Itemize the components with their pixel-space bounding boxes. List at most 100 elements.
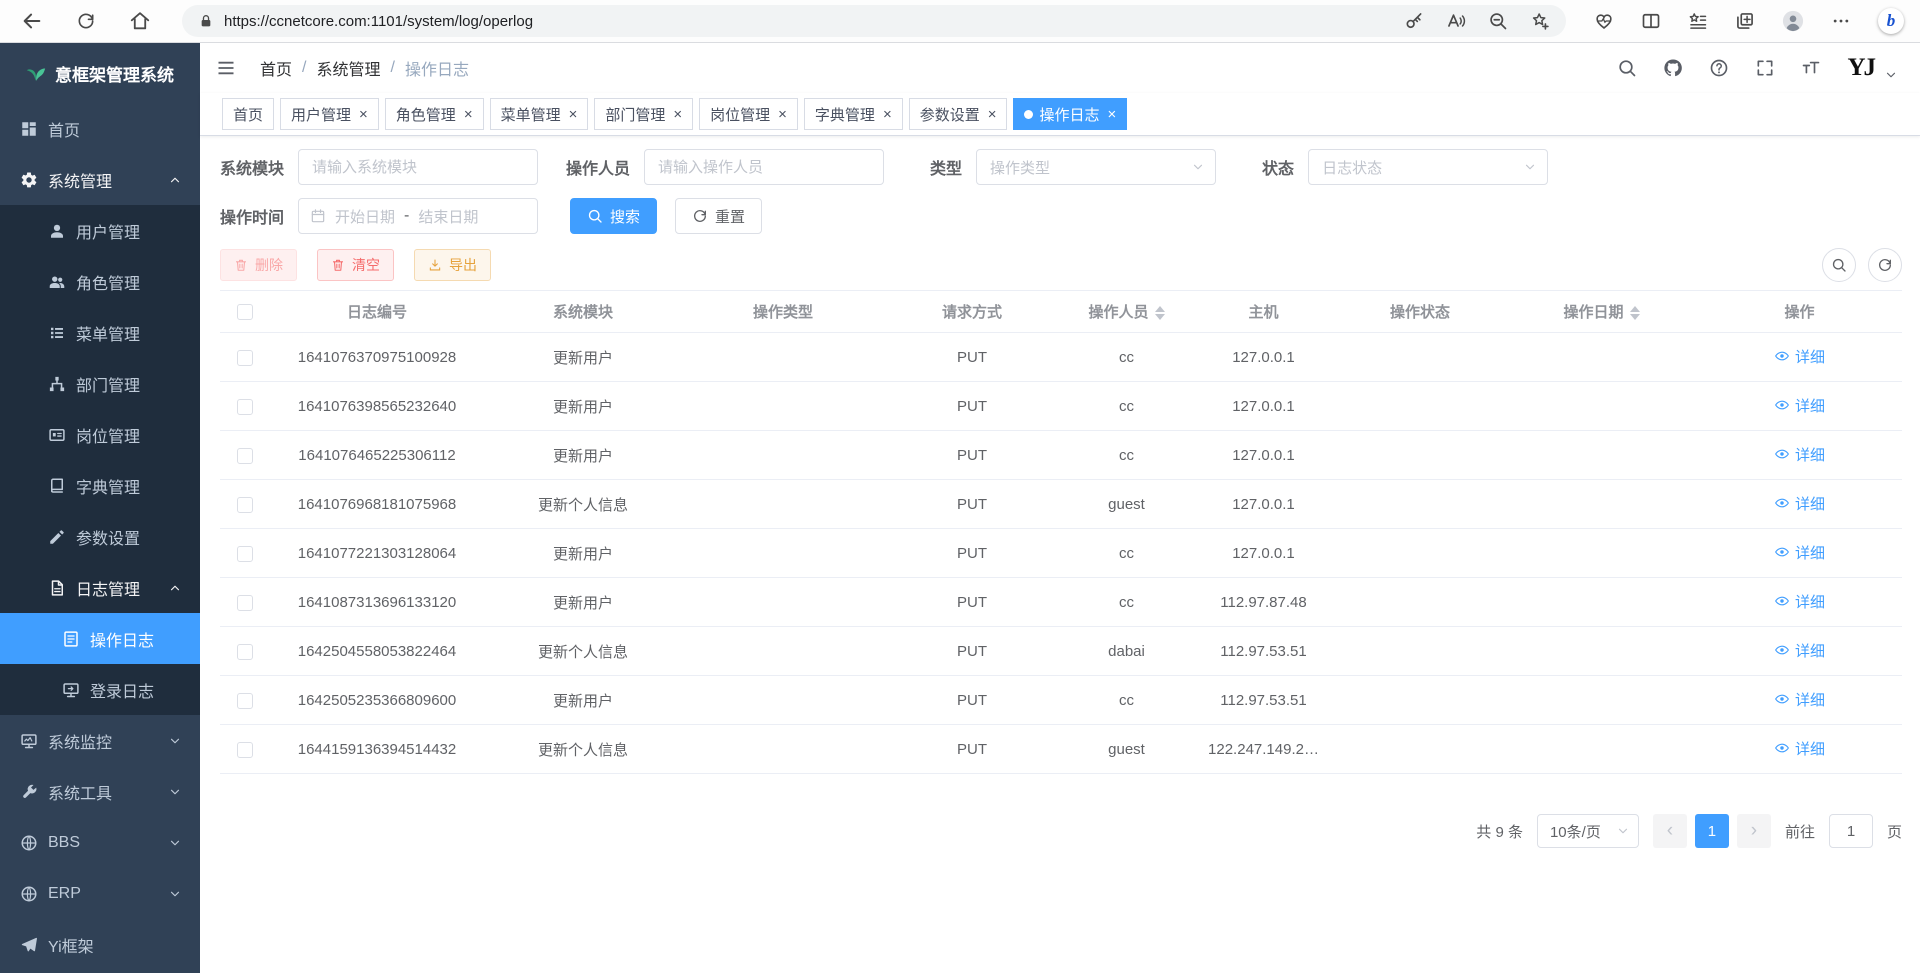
password-key-icon[interactable]	[1404, 11, 1424, 31]
sidebar-item-dict-management[interactable]: 字典管理	[0, 460, 200, 511]
close-icon[interactable]: ×	[1108, 107, 1117, 122]
row-checkbox[interactable]	[237, 497, 253, 513]
sidebar-item-dept-management[interactable]: 部门管理	[0, 358, 200, 409]
search-button[interactable]: 搜索	[570, 198, 657, 234]
module-input[interactable]	[298, 149, 538, 185]
sidebar-item-system-management[interactable]: 系统管理	[0, 154, 200, 205]
browser-refresh-button[interactable]	[74, 9, 98, 33]
next-page-button[interactable]: ›	[1737, 814, 1771, 848]
breadcrumb-system[interactable]: 系统管理	[316, 56, 380, 80]
close-icon[interactable]: ×	[673, 107, 682, 122]
cell-host: 122.247.149.2…	[1193, 725, 1334, 774]
sidebar-item-menu-management[interactable]: 菜单管理	[0, 307, 200, 358]
tab-param-settings[interactable]: 参数设置×	[909, 98, 1008, 130]
github-icon[interactable]	[1663, 58, 1683, 78]
sort-icons[interactable]	[1155, 306, 1165, 320]
close-icon[interactable]: ×	[778, 107, 787, 122]
sidebar-item-post-management[interactable]: 岗位管理	[0, 409, 200, 460]
date-range-picker[interactable]: 开始日期 - 结束日期	[298, 198, 538, 234]
delete-button[interactable]: 删除	[220, 249, 297, 281]
operator-input[interactable]	[644, 149, 884, 185]
sort-icons[interactable]	[1630, 306, 1640, 320]
tab-menu-management[interactable]: 菜单管理×	[490, 98, 589, 130]
collections-icon[interactable]	[1735, 11, 1755, 31]
detail-link[interactable]: 详细	[1774, 346, 1825, 367]
col-date[interactable]: 操作日期	[1506, 291, 1697, 333]
address-bar[interactable]: https://ccnetcore.com:1101/system/log/op…	[182, 5, 1566, 37]
font-size-icon[interactable]	[1801, 58, 1821, 78]
sidebar-toggle-icon[interactable]	[216, 58, 236, 78]
browser-back-button[interactable]	[20, 9, 44, 33]
add-favorite-icon[interactable]	[1530, 11, 1550, 31]
detail-link[interactable]: 详细	[1774, 542, 1825, 563]
status-select[interactable]: 日志状态	[1308, 149, 1548, 185]
sidebar-item-param-settings[interactable]: 参数设置	[0, 511, 200, 562]
sidebar-item-home[interactable]: 首页	[0, 103, 200, 154]
sidebar-item-user-management[interactable]: 用户管理	[0, 205, 200, 256]
browser-essentials-icon[interactable]	[1594, 11, 1614, 31]
settings-more-icon[interactable]	[1831, 11, 1851, 31]
page-1-button[interactable]: 1	[1695, 814, 1729, 848]
prev-page-button[interactable]: ‹	[1653, 814, 1687, 848]
tab-home[interactable]: 首页	[222, 98, 274, 130]
table-refresh-button[interactable]	[1868, 248, 1902, 282]
sidebar-item-erp[interactable]: ERP	[0, 868, 200, 919]
user-avatar-logo[interactable]: YJ	[1847, 54, 1874, 82]
row-checkbox[interactable]	[237, 644, 253, 660]
type-select[interactable]: 操作类型	[976, 149, 1216, 185]
close-icon[interactable]: ×	[883, 107, 892, 122]
search-icon[interactable]	[1617, 58, 1637, 78]
close-icon[interactable]: ×	[988, 107, 997, 122]
close-icon[interactable]: ×	[359, 107, 368, 122]
detail-link[interactable]: 详细	[1774, 689, 1825, 710]
tab-dict-management[interactable]: 字典管理×	[804, 98, 903, 130]
detail-link[interactable]: 详细	[1774, 444, 1825, 465]
profile-avatar[interactable]	[1782, 10, 1804, 32]
detail-link[interactable]: 详细	[1774, 738, 1825, 759]
row-checkbox[interactable]	[237, 448, 253, 464]
close-icon[interactable]: ×	[464, 107, 473, 122]
page-size-select[interactable]: 10条/页	[1537, 814, 1639, 848]
sidebar-item-login-log[interactable]: 登录日志	[0, 664, 200, 715]
browser-home-button[interactable]	[128, 9, 152, 33]
tab-operation-log[interactable]: 操作日志×	[1013, 98, 1127, 130]
tab-role-management[interactable]: 角色管理×	[385, 98, 484, 130]
col-operator[interactable]: 操作人员	[1060, 291, 1193, 333]
row-checkbox[interactable]	[237, 742, 253, 758]
detail-link[interactable]: 详细	[1774, 640, 1825, 661]
zoom-out-icon[interactable]	[1488, 11, 1508, 31]
bing-copilot-icon[interactable]: b	[1878, 8, 1904, 34]
fullscreen-icon[interactable]	[1755, 58, 1775, 78]
detail-link[interactable]: 详细	[1774, 395, 1825, 416]
read-aloud-icon[interactable]	[1446, 11, 1466, 31]
goto-page-input[interactable]	[1829, 814, 1873, 848]
tab-dept-management[interactable]: 部门管理×	[594, 98, 693, 130]
breadcrumb-home[interactable]: 首页	[260, 56, 292, 80]
search-toggle-button[interactable]	[1822, 248, 1856, 282]
clear-button[interactable]: 清空	[317, 249, 394, 281]
row-checkbox[interactable]	[237, 693, 253, 709]
row-checkbox[interactable]	[237, 546, 253, 562]
row-checkbox[interactable]	[237, 595, 253, 611]
select-all-checkbox[interactable]	[237, 304, 253, 320]
help-icon[interactable]	[1709, 58, 1729, 78]
tab-user-management[interactable]: 用户管理×	[280, 98, 379, 130]
detail-link[interactable]: 详细	[1774, 591, 1825, 612]
reset-button[interactable]: 重置	[675, 198, 762, 234]
export-button[interactable]: 导出	[414, 249, 491, 281]
favorites-icon[interactable]	[1688, 11, 1708, 31]
detail-link[interactable]: 详细	[1774, 493, 1825, 514]
sidebar-item-bbs[interactable]: BBS	[0, 817, 200, 868]
sidebar-item-log-management[interactable]: 日志管理	[0, 562, 200, 613]
split-screen-icon[interactable]	[1641, 11, 1661, 31]
sidebar-item-operation-log[interactable]: 操作日志	[0, 613, 200, 664]
sidebar-item-system-monitor[interactable]: 系统监控	[0, 715, 200, 766]
close-icon[interactable]: ×	[569, 107, 578, 122]
row-checkbox[interactable]	[237, 350, 253, 366]
sidebar-item-role-management[interactable]: 角色管理	[0, 256, 200, 307]
row-checkbox[interactable]	[237, 399, 253, 415]
sidebar-item-yi-framework[interactable]: Yi框架	[0, 919, 200, 970]
sidebar-item-system-tools[interactable]: 系统工具	[0, 766, 200, 817]
chevron-down-icon[interactable]	[1884, 68, 1898, 82]
tab-post-management[interactable]: 岗位管理×	[699, 98, 798, 130]
